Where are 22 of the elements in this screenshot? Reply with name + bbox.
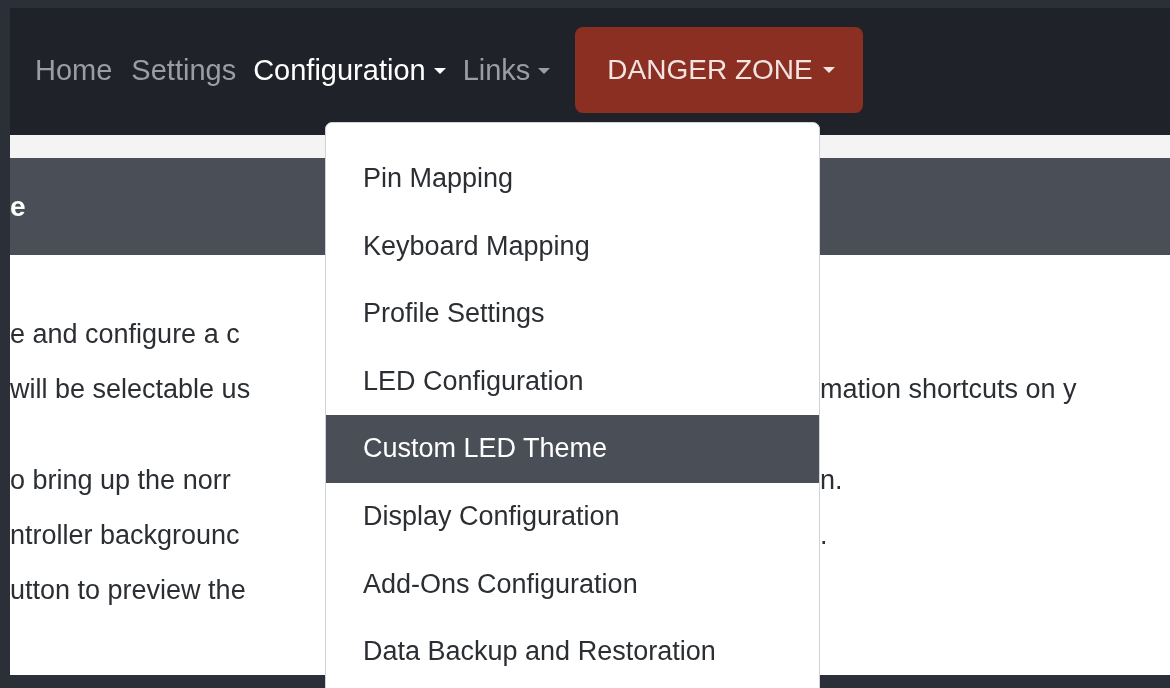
body-text: will be selectable us bbox=[10, 374, 251, 405]
body-text: o bring up the norr bbox=[10, 465, 231, 496]
nav-link[interactable]: Home bbox=[35, 54, 130, 87]
menu-item[interactable]: Profile Settings bbox=[326, 280, 819, 348]
menu-item[interactable]: Pin Mapping bbox=[326, 145, 819, 213]
body-text: e and configure a c bbox=[10, 319, 240, 350]
body-text: n. bbox=[820, 465, 843, 496]
menu-item[interactable]: Keyboard Mapping bbox=[326, 212, 819, 281]
body-text: utton to preview the bbox=[10, 575, 246, 606]
menu-item[interactable]: Data Backup and Restoration bbox=[326, 618, 819, 686]
menu-item[interactable]: LED Configuration bbox=[326, 347, 819, 416]
menu-item[interactable]: Custom LED Theme bbox=[326, 415, 819, 483]
nav-link[interactable]: Configuration bbox=[253, 54, 463, 87]
body-text: ntroller backgrounc bbox=[10, 520, 240, 551]
body-text: mation shortcuts on y bbox=[820, 374, 1077, 405]
nav-link[interactable]: Links bbox=[462, 54, 568, 87]
danger-zone-button[interactable]: DANGER ZONE bbox=[575, 26, 863, 113]
menu-item[interactable]: Display Configuration bbox=[326, 482, 819, 551]
card-title: e bbox=[10, 190, 26, 223]
body-text: . bbox=[820, 520, 828, 551]
menu-item[interactable]: Add-Ons Configuration bbox=[326, 550, 819, 619]
nav-link[interactable]: Settings bbox=[131, 54, 254, 87]
